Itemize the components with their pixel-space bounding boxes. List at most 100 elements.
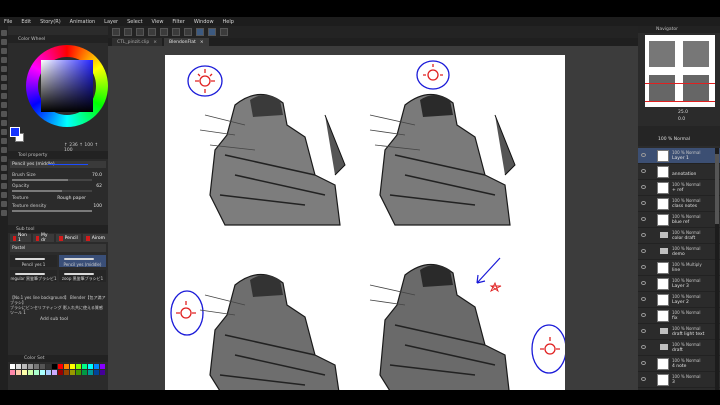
menu-edit[interactable]: Edit — [21, 19, 31, 25]
brush-item[interactable]: regular 黒鉴筆ブラシビ1 — [10, 270, 57, 282]
visibility-eye-icon[interactable] — [641, 201, 646, 205]
menu-view[interactable]: View — [152, 19, 164, 25]
texture-value[interactable]: Rough paper — [57, 196, 86, 201]
saturation-value-square[interactable] — [41, 60, 93, 112]
group-chip[interactable]: Pencil — [55, 234, 81, 242]
color-swatch[interactable] — [10, 364, 15, 369]
redo-icon[interactable] — [160, 28, 168, 36]
color-swatch[interactable] — [16, 364, 21, 369]
visibility-eye-icon[interactable] — [641, 185, 646, 189]
layer-row[interactable]: 100 % Normal 4 note — [638, 356, 720, 372]
layer-row[interactable]: annotation — [638, 164, 720, 180]
visibility-eye-icon[interactable] — [641, 233, 646, 237]
visibility-eye-icon[interactable] — [641, 313, 646, 317]
color-swatch[interactable] — [88, 364, 93, 369]
menu-layer[interactable]: Layer — [104, 19, 118, 25]
scrollbar-thumb[interactable] — [715, 154, 719, 224]
brush-item-selected[interactable]: Pencil yes (middle) — [59, 255, 106, 267]
color-swatch[interactable] — [82, 370, 87, 375]
color-swatch[interactable] — [70, 370, 75, 375]
layer-row[interactable]: 100 % Normal Layer 2 — [638, 292, 720, 308]
save-icon[interactable] — [136, 28, 144, 36]
correct-line-tool-icon[interactable] — [1, 210, 7, 216]
brush-line-b[interactable]: ブラシにビンセリフティング 影入れ共に使える質感ツール 1 — [10, 305, 106, 315]
visibility-eye-icon[interactable] — [641, 361, 646, 365]
texture-density-value[interactable]: 100 — [93, 204, 102, 209]
color-swatch[interactable] — [52, 364, 57, 369]
color-swatch[interactable] — [70, 364, 75, 369]
menu-select[interactable]: Select — [127, 19, 142, 25]
brush-size-value[interactable]: 70.0 — [92, 173, 102, 178]
color-swatch[interactable] — [22, 370, 27, 375]
eraser-tool-icon[interactable] — [1, 129, 7, 135]
transform-icon[interactable] — [184, 28, 192, 36]
canvas-area[interactable] — [108, 46, 638, 390]
color-swatch[interactable] — [10, 370, 15, 375]
menu-story[interactable]: Story(R) — [40, 19, 61, 25]
brush-tool-icon[interactable] — [1, 102, 7, 108]
layer-row[interactable]: 100 % Normal demo — [638, 244, 720, 260]
color-swatch[interactable] — [46, 364, 51, 369]
open-file-icon[interactable] — [124, 28, 132, 36]
active-sub-tool[interactable]: Pastel — [10, 244, 106, 252]
color-swatch[interactable] — [46, 370, 51, 375]
visibility-eye-icon[interactable] — [641, 281, 646, 285]
brush-line-a[interactable]: 【No.1 yes line background】 Blender【包ア満アブ… — [10, 295, 106, 305]
main-color-swatch[interactable] — [10, 127, 20, 137]
clear-icon[interactable] — [172, 28, 180, 36]
snap-icon[interactable] — [196, 28, 204, 36]
texture-density-slider[interactable]: Texture density 100 — [10, 204, 106, 213]
brush-size-slider[interactable]: Brush Size 70.0 — [10, 173, 106, 182]
pen-tool-icon[interactable] — [1, 84, 7, 90]
color-swatch[interactable] — [76, 364, 81, 369]
layer-row[interactable]: 100 % Normal draft — [638, 340, 720, 356]
visibility-eye-icon[interactable] — [641, 265, 646, 269]
color-swatch[interactable] — [22, 364, 27, 369]
menu-filter[interactable]: Filter — [172, 19, 184, 25]
color-swatch[interactable] — [28, 370, 33, 375]
visibility-eye-icon[interactable] — [641, 329, 646, 333]
grid-icon[interactable] — [220, 28, 228, 36]
zoom-value[interactable]: 25.0 — [678, 110, 688, 115]
balloon-tool-icon[interactable] — [1, 201, 7, 207]
color-swatch[interactable] — [40, 364, 45, 369]
menu-file[interactable]: File — [4, 19, 12, 25]
group-chip[interactable]: Non 1 — [10, 233, 32, 243]
undo-icon[interactable] — [148, 28, 156, 36]
zoom-tool-icon[interactable] — [1, 30, 7, 36]
color-swatch[interactable] — [34, 370, 39, 375]
layer-row[interactable]: 100 % Normal class notes — [638, 196, 720, 212]
color-swatch[interactable] — [94, 364, 99, 369]
canvas-paper[interactable] — [165, 55, 567, 390]
layer-row[interactable]: 100 % Normal + ref — [638, 180, 720, 196]
text-tool-icon[interactable] — [1, 192, 7, 198]
add-sub-tool-button[interactable]: Add sub tool — [40, 317, 68, 322]
layer-row[interactable]: 100 % Normal fix — [638, 308, 720, 324]
visibility-eye-icon[interactable] — [641, 297, 646, 301]
airbrush-tool-icon[interactable] — [1, 111, 7, 117]
brush-item[interactable]: zoop 黒鉴筆ブラシビ1 — [59, 270, 106, 282]
gradient-tool-icon[interactable] — [1, 156, 7, 162]
brush-item[interactable]: Pencil yes 1 — [10, 255, 57, 267]
layer-row[interactable]: 100 % Normal Layer 1 — [638, 148, 720, 164]
color-swatch[interactable] — [40, 370, 45, 375]
visibility-eye-icon[interactable] — [641, 377, 646, 381]
eyedropper-tool-icon[interactable] — [1, 75, 7, 81]
figure-tool-icon[interactable] — [1, 165, 7, 171]
visibility-eye-icon[interactable] — [641, 153, 646, 157]
color-swatch[interactable] — [28, 364, 33, 369]
ruler-tool-icon[interactable] — [1, 183, 7, 189]
decoration-tool-icon[interactable] — [1, 120, 7, 126]
layer-row[interactable]: 100 % Normal 3 — [638, 372, 720, 388]
menu-window[interactable]: Window — [194, 19, 214, 25]
tab-ctl-pinzit[interactable]: CTL_pinzit.clip × — [112, 38, 163, 46]
close-icon[interactable]: × — [153, 40, 157, 45]
new-file-icon[interactable] — [112, 28, 120, 36]
close-icon[interactable]: × — [200, 40, 204, 45]
color-swatch[interactable] — [58, 370, 63, 375]
color-swatch[interactable] — [88, 370, 93, 375]
layer-scrollbar[interactable] — [715, 148, 719, 390]
layer-row[interactable]: 100 % Normal color draft — [638, 228, 720, 244]
color-swatch[interactable] — [52, 370, 57, 375]
menu-help[interactable]: Help — [223, 19, 234, 25]
